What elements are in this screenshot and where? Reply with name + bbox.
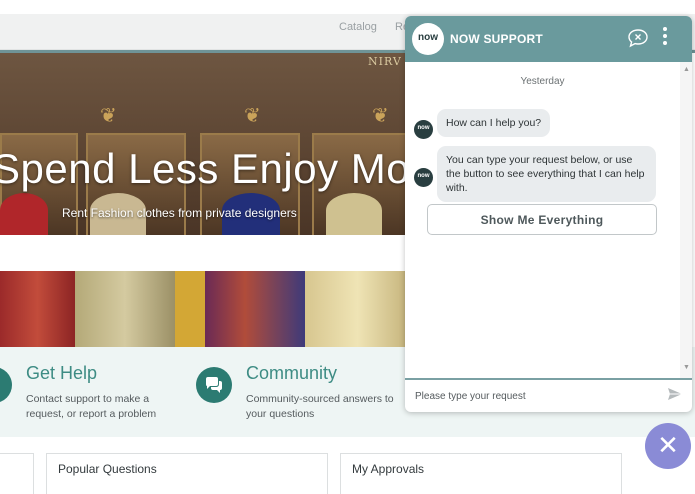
scroll-up-icon[interactable]: ▲ bbox=[683, 66, 690, 73]
bot-message: You can type your request below, or use … bbox=[437, 146, 656, 202]
bot-avatar: now bbox=[414, 120, 433, 139]
hero-skirt bbox=[205, 271, 305, 347]
close-chat-button[interactable]: ✕ bbox=[645, 423, 691, 469]
chat-header: now NOW SUPPORT bbox=[405, 16, 692, 62]
hero-skirt bbox=[175, 271, 205, 347]
chat-bubbles-icon[interactable] bbox=[196, 367, 232, 403]
hero-skirt bbox=[75, 271, 175, 347]
page: Catalog Re ❦ ❦ ❦ NIRV Spend Less Enjoy M… bbox=[0, 0, 695, 494]
bot-avatar-text: now bbox=[417, 125, 430, 131]
show-me-everything-button[interactable]: Show Me Everything bbox=[427, 204, 657, 235]
chat-input-divider bbox=[405, 378, 692, 380]
now-logo-text: now bbox=[418, 32, 438, 43]
hero-subtitle: Rent Fashion clothes from private design… bbox=[62, 206, 297, 220]
community-title[interactable]: Community bbox=[246, 363, 337, 384]
hero-skirts-strip bbox=[0, 271, 410, 347]
my-approvals-card[interactable]: My Approvals bbox=[340, 453, 622, 494]
chat-widget: now NOW SUPPORT ▲ ▼ Yesterday now How ca… bbox=[405, 16, 692, 412]
bot-avatar-text: now bbox=[417, 173, 430, 179]
hero-banner: ❦ ❦ ❦ NIRV Spend Less Enjoy More Rent Fa… bbox=[0, 53, 410, 347]
ornament-icon: ❦ bbox=[100, 105, 117, 127]
hero-title: Spend Less Enjoy More bbox=[0, 145, 410, 192]
chat-date-separator: Yesterday bbox=[520, 76, 565, 87]
scroll-down-icon[interactable]: ▼ bbox=[683, 364, 690, 371]
chat-scrollbar[interactable]: ▲ ▼ bbox=[680, 62, 692, 378]
hero-gap bbox=[0, 235, 410, 271]
popular-questions-title: Popular Questions bbox=[58, 462, 157, 476]
get-help-icon[interactable] bbox=[0, 367, 12, 403]
get-help-description: Contact support to make a request, or re… bbox=[26, 393, 157, 420]
bot-message: How can I help you? bbox=[437, 109, 551, 137]
hero-sign-text: NIRV bbox=[368, 55, 402, 68]
more-vertical-icon[interactable] bbox=[661, 27, 669, 51]
popular-questions-card[interactable]: Popular Questions bbox=[46, 453, 328, 494]
community-description: Community-sourced answers to your questi… bbox=[246, 393, 394, 420]
ornament-icon: ❦ bbox=[372, 105, 389, 127]
hero-skirt bbox=[305, 271, 410, 347]
chat-message-input[interactable] bbox=[415, 386, 655, 406]
widget-card bbox=[0, 453, 34, 494]
hero-skirt bbox=[0, 271, 75, 347]
nav-catalog-link[interactable]: Catalog bbox=[339, 21, 377, 33]
send-icon[interactable] bbox=[667, 387, 683, 401]
chat-title: NOW SUPPORT bbox=[450, 32, 543, 46]
bot-avatar: now bbox=[414, 168, 433, 187]
my-approvals-title: My Approvals bbox=[352, 462, 425, 476]
now-logo: now bbox=[412, 23, 444, 55]
end-chat-icon[interactable] bbox=[627, 28, 649, 48]
get-help-title[interactable]: Get Help bbox=[26, 363, 97, 384]
ornament-icon: ❦ bbox=[244, 105, 261, 127]
close-icon: ✕ bbox=[657, 430, 679, 460]
